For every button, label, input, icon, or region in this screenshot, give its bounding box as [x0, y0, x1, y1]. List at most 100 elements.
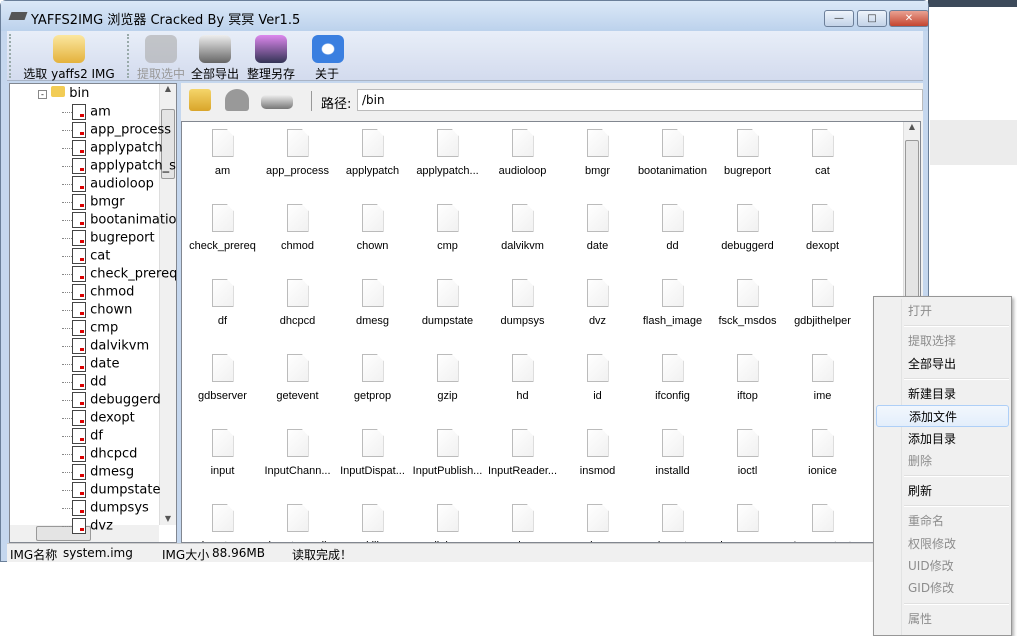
tree-item[interactable]: df [62, 428, 103, 446]
menu-item[interactable]: 添加文件 [876, 405, 1009, 428]
menu-item[interactable]: 删除 [876, 450, 1009, 472]
menu-item[interactable]: 打开 [876, 300, 1009, 322]
path-input[interactable]: /bin [357, 89, 923, 111]
file-item[interactable]: dvz [560, 273, 635, 348]
tree-item[interactable]: dvz [62, 518, 113, 536]
file-item[interactable]: hd [485, 348, 560, 423]
file-item[interactable]: ln [485, 498, 560, 542]
file-item[interactable]: cat [785, 123, 860, 198]
file-item[interactable]: logwrapper [710, 498, 785, 542]
file-item[interactable]: dumpsys [485, 273, 560, 348]
tree-item[interactable]: date [62, 356, 119, 374]
file-item[interactable]: dexopt [785, 198, 860, 273]
file-item[interactable]: gdbserver [185, 348, 260, 423]
tree-item[interactable]: cat [62, 248, 110, 266]
file-item[interactable]: audioloop [485, 123, 560, 198]
file-item[interactable]: gdbjithelper [785, 273, 860, 348]
file-item[interactable]: dalvikvm [485, 198, 560, 273]
menu-item[interactable]: GID修改 [876, 577, 1009, 599]
file-item[interactable]: dd [635, 198, 710, 273]
file-item[interactable]: date [560, 198, 635, 273]
file-item[interactable]: check_prereq [185, 198, 260, 273]
close-button[interactable]: ✕ [889, 10, 929, 27]
tree-item[interactable]: audioloop [62, 176, 154, 194]
menu-item[interactable]: 添加目录 [876, 428, 1009, 450]
file-item[interactable]: iftop [710, 348, 785, 423]
tree-item[interactable]: chmod [62, 284, 134, 302]
file-item[interactable]: gzip [410, 348, 485, 423]
file-item[interactable]: ioctl [710, 423, 785, 498]
tree-item[interactable]: dmesg [62, 464, 134, 482]
menu-item[interactable]: 提取选择 [876, 330, 1009, 352]
toolbar-button-4[interactable]: 关于 [312, 35, 344, 82]
file-item[interactable]: keystore_cli [260, 498, 335, 542]
file-item[interactable]: InputPublish... [410, 423, 485, 498]
tree-item[interactable]: app_process [62, 122, 171, 140]
file-item[interactable]: bootanimation [635, 123, 710, 198]
file-item[interactable]: insmod [560, 423, 635, 498]
file-item[interactable]: InputChann... [260, 423, 335, 498]
file-item[interactable]: chown [335, 198, 410, 273]
tree-folder-bin[interactable]: - bin [38, 86, 89, 104]
tree-item[interactable]: applypatch_static [62, 158, 176, 176]
toolbar-button-1[interactable]: 提取选中 [135, 35, 187, 82]
file-item[interactable]: fsck_msdos [710, 273, 785, 348]
file-item[interactable]: bmgr [560, 123, 635, 198]
scroll-up-icon[interactable]: ▲ [904, 122, 920, 131]
file-item[interactable]: ifconfig [635, 348, 710, 423]
file-item[interactable]: Looper_test [785, 498, 860, 542]
toolbar-grip[interactable] [9, 34, 11, 78]
tree-item[interactable]: bugreport [62, 230, 155, 248]
menu-item[interactable]: 属性 [876, 608, 1009, 630]
tree-item[interactable]: dhcpcd [62, 446, 137, 464]
menu-item[interactable]: UID修改 [876, 555, 1009, 577]
toolbar-button-0[interactable]: 选取 yaffs2 IMG [17, 35, 121, 82]
tree-item[interactable]: check_prereq [62, 266, 176, 284]
tree-item[interactable]: dumpsys [62, 500, 149, 518]
file-item[interactable]: kill [335, 498, 410, 542]
grid-scroll-thumb[interactable] [905, 140, 919, 298]
file-item[interactable]: getprop [335, 348, 410, 423]
file-item[interactable]: logcat [635, 498, 710, 542]
toolbar-button-3[interactable]: 整理另存 [245, 35, 297, 82]
file-item[interactable]: flash_image [635, 273, 710, 348]
file-grid[interactable]: ▲ am app_process applypatch applypatch... au… [181, 121, 921, 543]
tree-item[interactable]: cmp [62, 320, 118, 338]
extract-icon[interactable] [225, 89, 249, 111]
file-item[interactable]: InputReader... [485, 423, 560, 498]
file-item[interactable]: applypatch [335, 123, 410, 198]
folder-tree[interactable]: ▲ ▼ - bin am app_process applypatch appl… [9, 83, 177, 543]
tree-item[interactable]: am [62, 104, 111, 122]
file-item[interactable]: bugreport [710, 123, 785, 198]
tree-item[interactable]: bmgr [62, 194, 125, 212]
up-folder-icon[interactable] [189, 89, 211, 111]
file-item[interactable]: applypatch... [410, 123, 485, 198]
menu-item[interactable]: 重命名 [876, 510, 1009, 532]
file-item[interactable]: ime [785, 348, 860, 423]
tree-item[interactable]: dalvikvm [62, 338, 149, 356]
file-item[interactable]: am [185, 123, 260, 198]
file-item[interactable]: dmesg [335, 273, 410, 348]
file-item[interactable]: cmp [410, 198, 485, 273]
file-item[interactable]: log [560, 498, 635, 542]
file-item[interactable]: keystore [185, 498, 260, 542]
file-item[interactable]: df [185, 273, 260, 348]
file-item[interactable]: chmod [260, 198, 335, 273]
scroll-up-icon[interactable]: ▲ [160, 84, 176, 93]
file-item[interactable]: input [185, 423, 260, 498]
minimize-button[interactable]: — [824, 10, 854, 27]
menu-item[interactable]: 刷新 [876, 480, 1009, 502]
tree-item[interactable]: dexopt [62, 410, 135, 428]
menu-item[interactable]: 权限修改 [876, 533, 1009, 555]
tree-item[interactable]: bootanimation [62, 212, 176, 230]
file-item[interactable]: id [560, 348, 635, 423]
tree-item[interactable]: dumpstate [62, 482, 160, 500]
file-item[interactable]: installd [635, 423, 710, 498]
file-item[interactable]: InputDispat... [335, 423, 410, 498]
file-item[interactable]: dumpstate [410, 273, 485, 348]
drive-export-icon[interactable] [261, 95, 293, 109]
menu-item[interactable]: 全部导出 [876, 353, 1009, 375]
tree-item[interactable]: debuggerd [62, 392, 161, 410]
collapse-icon[interactable]: - [38, 90, 47, 99]
tree-item[interactable]: chown [62, 302, 132, 320]
